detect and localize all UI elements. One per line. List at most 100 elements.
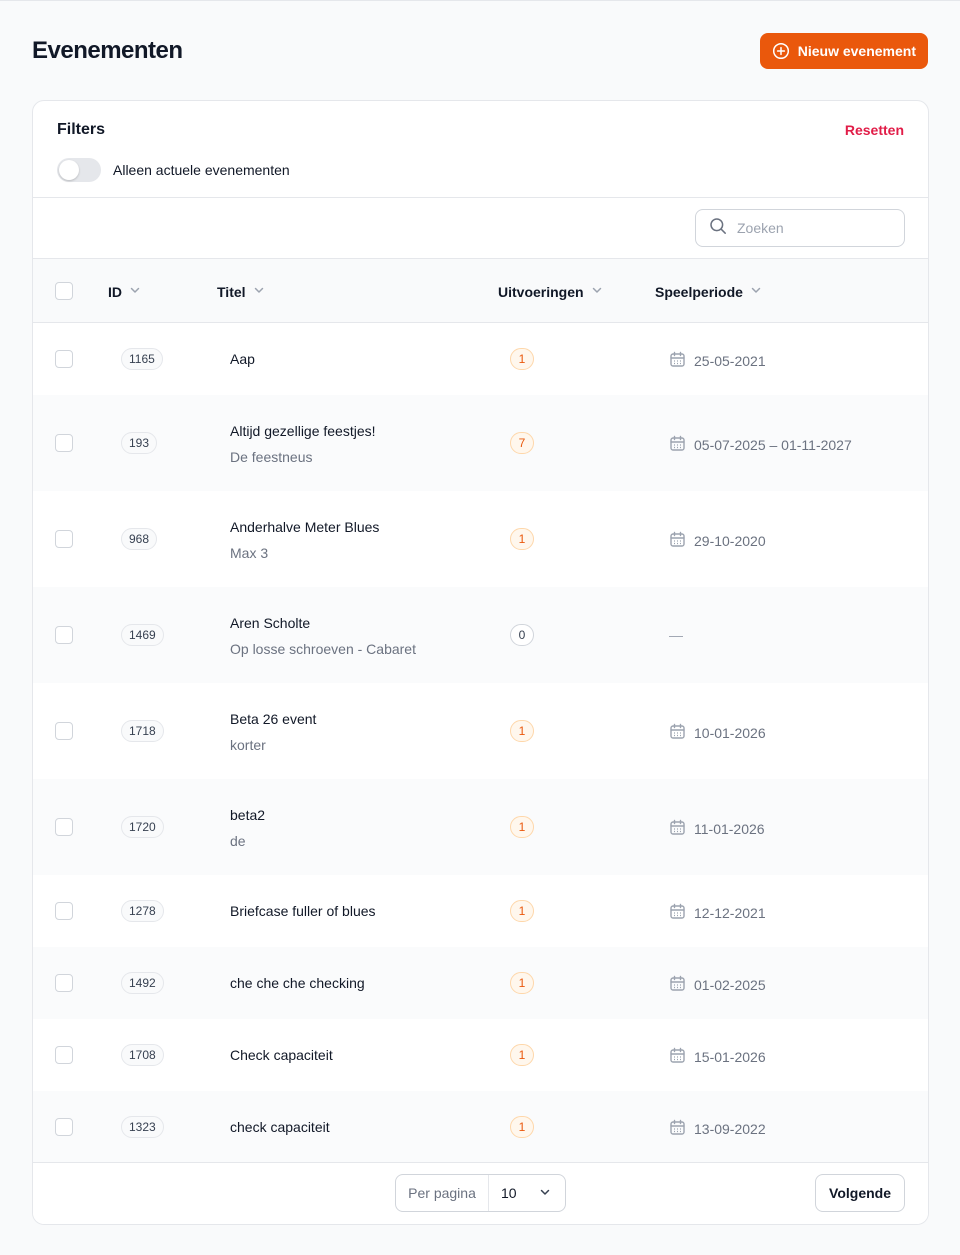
performances-count: 1 <box>510 816 534 838</box>
id-badge: 193 <box>121 432 158 454</box>
id-badge: 1323 <box>121 1116 164 1138</box>
search-box[interactable] <box>695 209 905 247</box>
page-title: Evenementen <box>32 36 183 64</box>
id-badge: 1708 <box>121 1044 164 1066</box>
table-header: ID Titel Uitvoeringen Speelperiode <box>33 259 928 323</box>
new-event-button[interactable]: Nieuw evenement <box>759 32 928 69</box>
period: 05-07-2025 – 01-11-2027 <box>669 435 852 455</box>
event-title[interactable]: Aap <box>230 351 255 367</box>
event-title[interactable]: Anderhalve Meter Blues <box>230 519 379 535</box>
event-subtitle: de <box>230 833 246 849</box>
calendar-icon <box>669 903 686 923</box>
period: 12-12-2021 <box>669 903 766 923</box>
row-checkbox[interactable] <box>55 722 73 740</box>
table-row[interactable]: 1720 beta2 de 1 11-01-2026 <box>33 779 928 875</box>
column-header-period[interactable]: Speelperiode <box>655 283 763 300</box>
event-title[interactable]: Altijd gezellige feestjes! <box>230 423 376 439</box>
filters-panel: Filters Resetten Alleen actuele evenemen… <box>33 101 928 198</box>
pagination-footer: Per pagina 10 Volgende <box>33 1162 928 1224</box>
calendar-icon <box>669 819 686 839</box>
row-checkbox[interactable] <box>55 350 73 368</box>
event-title[interactable]: check capaciteit <box>230 1119 330 1135</box>
search-bar <box>33 198 928 259</box>
performances-count: 1 <box>510 900 534 922</box>
event-subtitle: Op losse schroeven - Cabaret <box>230 641 416 657</box>
table-row[interactable]: 1492 che che che checking 1 01-02-2025 <box>33 947 928 1019</box>
column-header-title[interactable]: Titel <box>217 283 266 300</box>
id-badge: 1165 <box>121 348 163 370</box>
per-page-value: 10 <box>501 1185 517 1201</box>
event-title[interactable]: Beta 26 event <box>230 711 316 727</box>
performances-count: 7 <box>510 432 534 454</box>
table-row[interactable]: 193 Altijd gezellige feestjes! De feestn… <box>33 395 928 491</box>
event-title[interactable]: beta2 <box>230 807 265 823</box>
column-header-performances[interactable]: Uitvoeringen <box>498 283 604 300</box>
performances-count: 1 <box>510 1116 534 1138</box>
period-text: 11-01-2026 <box>694 821 765 837</box>
period-empty: — <box>669 627 683 643</box>
search-input[interactable] <box>737 220 887 236</box>
event-title[interactable]: Aren Scholte <box>230 615 310 631</box>
period: 15-01-2026 <box>669 1047 766 1067</box>
event-title[interactable]: Check capaciteit <box>230 1047 333 1063</box>
event-subtitle: De feestneus <box>230 449 313 465</box>
row-checkbox[interactable] <box>55 434 73 452</box>
current-events-filter: Alleen actuele evenementen <box>57 158 290 182</box>
next-page-button[interactable]: Volgende <box>815 1174 905 1212</box>
current-events-toggle[interactable] <box>57 158 101 182</box>
column-header-id[interactable]: ID <box>108 283 142 300</box>
table-row[interactable]: 1278 Briefcase fuller of blues 1 12-12-2… <box>33 875 928 947</box>
performances-count: 1 <box>510 1044 534 1066</box>
id-badge: 1278 <box>121 900 164 922</box>
row-checkbox[interactable] <box>55 1046 73 1064</box>
table-row[interactable]: 968 Anderhalve Meter Blues Max 3 1 29-10… <box>33 491 928 587</box>
current-events-label: Alleen actuele evenementen <box>113 162 290 178</box>
table-row[interactable]: 1165 Aap 1 25-05-2021 <box>33 323 928 395</box>
calendar-icon <box>669 435 686 455</box>
period-text: 05-07-2025 – 01-11-2027 <box>694 437 852 453</box>
table-row[interactable]: 1718 Beta 26 event korter 1 10-01-2026 <box>33 683 928 779</box>
calendar-icon <box>669 975 686 995</box>
row-checkbox[interactable] <box>55 530 73 548</box>
period-text: 25-05-2021 <box>694 353 766 369</box>
period-text: 12-12-2021 <box>694 905 766 921</box>
calendar-icon <box>669 351 686 371</box>
calendar-icon <box>669 1047 686 1067</box>
row-checkbox[interactable] <box>55 626 73 644</box>
period: 25-05-2021 <box>669 351 766 371</box>
event-title[interactable]: che che che checking <box>230 975 365 991</box>
table-row[interactable]: 1708 Check capaciteit 1 15-01-2026 <box>33 1019 928 1091</box>
reset-filters-link[interactable]: Resetten <box>845 122 904 138</box>
chevron-down-icon <box>538 1185 552 1202</box>
table-row[interactable]: 1469 Aren Scholte Op losse schroeven - C… <box>33 587 928 683</box>
performances-count: 0 <box>510 624 534 646</box>
per-page-label: Per pagina <box>396 1175 489 1211</box>
select-all-checkbox[interactable] <box>55 282 73 300</box>
id-badge: 1718 <box>121 720 164 742</box>
page-header: Evenementen Nieuw evenement <box>32 32 928 69</box>
period-text: 01-02-2025 <box>694 977 766 993</box>
calendar-icon <box>669 723 686 743</box>
events-card: Filters Resetten Alleen actuele evenemen… <box>32 100 929 1225</box>
performances-count: 1 <box>510 528 534 550</box>
id-badge: 1720 <box>121 816 164 838</box>
calendar-icon <box>669 1119 686 1139</box>
per-page-control: Per pagina 10 <box>395 1174 566 1212</box>
period: 11-01-2026 <box>669 819 765 839</box>
filters-title: Filters <box>57 121 106 138</box>
row-checkbox[interactable] <box>55 818 73 836</box>
new-event-label: Nieuw evenement <box>797 42 916 59</box>
chevron-down-icon <box>590 283 604 300</box>
per-page-select[interactable]: 10 <box>489 1175 565 1211</box>
period: 29-10-2020 <box>669 531 766 551</box>
search-icon <box>709 217 727 240</box>
column-label-id: ID <box>108 283 122 300</box>
row-checkbox[interactable] <box>55 974 73 992</box>
table-row[interactable]: 1323 check capaciteit 1 13-09-2022 <box>33 1091 928 1163</box>
event-title[interactable]: Briefcase fuller of blues <box>230 903 376 919</box>
performances-count: 1 <box>510 972 534 994</box>
row-checkbox[interactable] <box>55 1118 73 1136</box>
period-text: 10-01-2026 <box>694 725 766 741</box>
row-checkbox[interactable] <box>55 902 73 920</box>
event-subtitle: Max 3 <box>230 545 269 561</box>
